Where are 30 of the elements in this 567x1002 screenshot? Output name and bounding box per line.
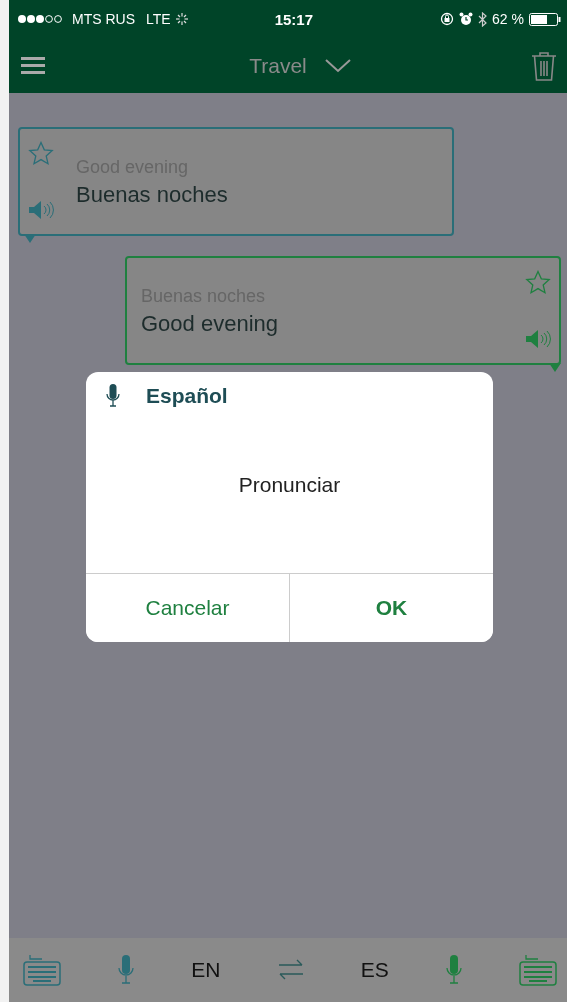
chevron-down-icon[interactable] [324, 58, 351, 73]
translated-phrase: Buenas noches [76, 182, 229, 208]
bluetooth-icon [478, 11, 488, 27]
ok-button[interactable]: OK [289, 574, 493, 642]
star-icon[interactable] [525, 270, 551, 295]
speaker-icon[interactable] [28, 200, 54, 220]
translated-phrase: Good evening [141, 311, 279, 337]
battery-icon [529, 12, 561, 26]
clock-time: 15:17 [273, 10, 315, 28]
phrasebook-title[interactable]: Travel [249, 53, 307, 78]
microphone-icon[interactable] [118, 955, 135, 985]
keyboard-icon[interactable] [518, 954, 557, 986]
battery-percentage: 62 % [492, 11, 524, 27]
dialog-message: Pronunciar [237, 471, 342, 498]
dialog-title: Español [146, 384, 228, 408]
network-type: LTE [146, 11, 171, 27]
trash-icon[interactable] [531, 50, 557, 81]
menu-icon[interactable] [21, 57, 45, 74]
keyboard-icon[interactable] [23, 954, 61, 986]
alarm-clock-icon [459, 12, 474, 26]
activity-spinner-icon [175, 13, 188, 25]
star-icon[interactable] [28, 141, 54, 166]
carrier-name: MTS RUS [72, 11, 135, 27]
rotation-lock-icon [440, 12, 455, 26]
target-language[interactable]: ES [360, 958, 389, 982]
speaker-icon[interactable] [525, 329, 551, 349]
microphone-icon[interactable] [445, 955, 462, 985]
swap-arrows-icon[interactable] [277, 959, 304, 981]
source-language[interactable]: EN [191, 958, 221, 982]
microphone-icon [106, 384, 120, 408]
